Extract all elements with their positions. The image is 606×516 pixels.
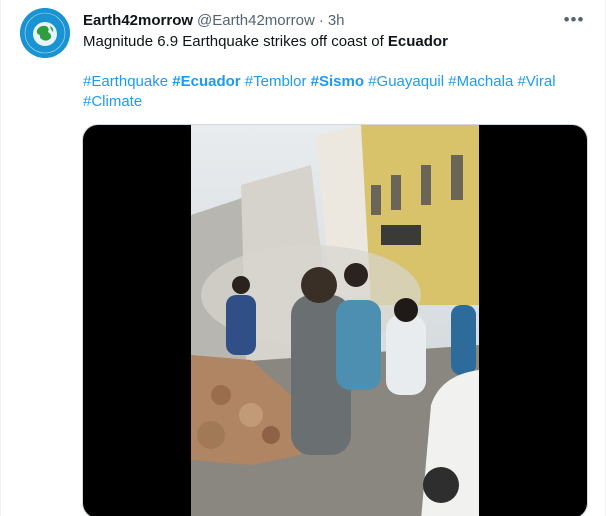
hashtag-link[interactable]: #Sismo [311,73,364,90]
earth-logo-icon [20,8,70,58]
hashtag-link[interactable]: #Guayaquil [368,73,444,90]
hashtag-list: #Earthquake #Ecuador #Temblor #Sismo #Gu… [83,72,588,112]
hashtag-link[interactable]: #Machala [448,73,513,90]
separator-dot: · [318,11,324,29]
more-icon[interactable]: ••• [563,10,585,30]
author-name[interactable]: Earth42morrow [83,12,193,29]
hashtag-link[interactable]: #Viral [517,73,555,90]
tweet[interactable]: Earth42morrow @Earth42morrow · 3h ••• Ma… [0,0,606,516]
hashtag-link[interactable]: #Ecuador [172,73,240,90]
author-handle[interactable]: @Earth42morrow [197,12,315,29]
tweet-video[interactable] [82,124,588,516]
hashtag-link[interactable]: #Temblor [245,73,307,90]
hashtag-link[interactable]: #Earthquake [83,73,168,90]
hashtag-link[interactable]: #Climate [83,93,142,110]
timestamp[interactable]: 3h [328,12,345,29]
video-frame [191,125,479,516]
tweet-text-main: Magnitude 6.9 Earthquake strikes off coa… [83,33,388,50]
tweet-text: Magnitude 6.9 Earthquake strikes off coa… [83,32,448,52]
tweet-header: Earth42morrow @Earth42morrow · 3h ••• [83,9,585,31]
tweet-text-bold: Ecuador [387,33,448,50]
avatar[interactable] [20,8,70,58]
